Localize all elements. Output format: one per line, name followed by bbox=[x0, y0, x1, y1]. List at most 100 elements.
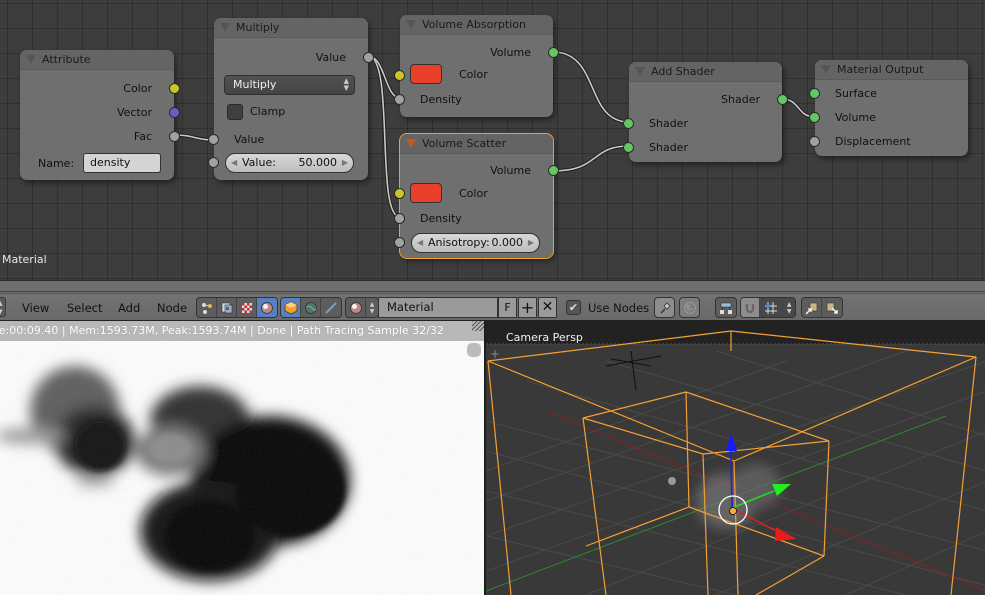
paste-icon[interactable] bbox=[822, 298, 842, 317]
socket-anisotropy-input[interactable] bbox=[394, 237, 405, 248]
socket-density-input[interactable] bbox=[394, 94, 405, 105]
socket-shader-output[interactable] bbox=[777, 94, 788, 105]
shader-icon[interactable] bbox=[257, 298, 277, 317]
fake-user-button[interactable]: F bbox=[498, 297, 517, 318]
plus-icon[interactable]: + bbox=[518, 297, 537, 318]
field-label: Anisotropy: bbox=[428, 236, 490, 249]
field-value: 0.000 bbox=[491, 236, 524, 249]
node-editor-header: ▲▼ View Select Add Node ▲▼ Ma bbox=[0, 294, 985, 321]
render-stats-text: me:00:09.40 | Mem:1593.73M, Peak:1593.74… bbox=[0, 324, 444, 337]
clamp-label: Clamp bbox=[250, 105, 286, 118]
input-label-shader-1: Shader bbox=[649, 117, 688, 130]
anisotropy-number-field[interactable]: ◀ Anisotropy: 0.000 ▶ bbox=[411, 233, 540, 253]
up-down-arrows-icon[interactable]: ▲ ▼ bbox=[783, 298, 795, 317]
magnet-icon[interactable] bbox=[741, 298, 761, 317]
node-header[interactable]: Material Output bbox=[815, 60, 968, 80]
socket-color-input[interactable] bbox=[394, 188, 405, 199]
node-header[interactable]: Add Shader bbox=[629, 62, 782, 82]
add-shader-node[interactable]: Add Shader Shader Shader Shader bbox=[623, 62, 788, 162]
world-icon[interactable] bbox=[301, 298, 321, 317]
x-icon[interactable]: ✕ bbox=[538, 297, 557, 318]
socket-color-input[interactable] bbox=[394, 70, 405, 81]
field-label: Value: bbox=[242, 156, 276, 169]
socket-displacement-input[interactable] bbox=[809, 136, 820, 147]
node-header[interactable]: Volume Absorption bbox=[400, 15, 553, 35]
menu-select[interactable]: Select bbox=[67, 299, 102, 317]
output-label-volume: Volume bbox=[490, 46, 531, 59]
backdrop-button[interactable] bbox=[715, 297, 737, 318]
snap-controls: ▲ ▼ bbox=[740, 297, 796, 318]
use-nodes-checkbox[interactable]: ✔ bbox=[566, 300, 581, 315]
node-header[interactable]: Attribute bbox=[20, 50, 174, 70]
math-operation-dropdown[interactable]: Multiply ▲ ▼ bbox=[224, 75, 355, 95]
attribute-name-input[interactable]: density bbox=[83, 153, 161, 173]
socket-volume-input[interactable] bbox=[809, 112, 820, 123]
small-sphere bbox=[668, 477, 676, 485]
socket-value-input-2[interactable] bbox=[208, 157, 219, 168]
editor-type-selector[interactable]: ▲▼ bbox=[0, 297, 6, 317]
increment-arrow-icon[interactable]: ▶ bbox=[528, 234, 534, 252]
node-header[interactable]: Volume Scatter bbox=[400, 134, 553, 154]
clamp-checkbox[interactable] bbox=[227, 104, 243, 120]
socket-color-output[interactable] bbox=[169, 83, 180, 94]
socket-shader-input-2[interactable] bbox=[623, 142, 634, 153]
up-down-arrows-icon: ▲ ▼ bbox=[369, 300, 375, 315]
socket-fac-output[interactable] bbox=[169, 131, 180, 142]
parent-arrow-icon bbox=[680, 298, 699, 317]
color-swatch[interactable] bbox=[410, 183, 442, 203]
area-divider[interactable] bbox=[0, 280, 985, 294]
socket-volume-output[interactable] bbox=[548, 165, 559, 176]
multiply-node[interactable]: Multiply Value Multiply ▲ ▼ Clamp Value ◀… bbox=[208, 18, 374, 180]
socket-vector-output[interactable] bbox=[169, 107, 180, 118]
output-label-fac: Fac bbox=[133, 130, 152, 143]
material-browse-button[interactable]: ▲ ▼ bbox=[345, 297, 379, 318]
volume-scatter-node[interactable]: Volume Scatter Volume Color Density ◀ An… bbox=[394, 133, 559, 259]
compositing-icon[interactable] bbox=[217, 298, 237, 317]
socket-surface-input[interactable] bbox=[809, 88, 820, 99]
field-value: 50.000 bbox=[298, 156, 338, 169]
collapse-triangle-icon[interactable] bbox=[406, 20, 416, 29]
region-toggle-button[interactable] bbox=[467, 343, 481, 357]
viewport-title: Camera Persp bbox=[506, 331, 583, 344]
menu-add[interactable]: Add bbox=[118, 299, 140, 317]
menu-view[interactable]: View bbox=[22, 299, 49, 317]
object-nodes-icon[interactable] bbox=[197, 298, 217, 317]
node-header[interactable]: Multiply bbox=[214, 18, 368, 38]
collapse-triangle-icon[interactable] bbox=[220, 23, 230, 32]
collapse-triangle-icon[interactable] bbox=[26, 55, 36, 64]
collapse-triangle-icon[interactable] bbox=[635, 67, 645, 76]
socket-shader-input-1[interactable] bbox=[623, 118, 634, 129]
socket-density-input[interactable] bbox=[394, 213, 405, 224]
menu-node[interactable]: Node bbox=[157, 299, 187, 317]
node-editor[interactable]: Attribute Color Vector Fac Name: density… bbox=[0, 0, 985, 280]
input-label-surface: Surface bbox=[835, 87, 877, 100]
pin-icon bbox=[655, 298, 674, 317]
image-editor[interactable]: me:00:09.40 | Mem:1593.73M, Peak:1593.74… bbox=[0, 321, 484, 595]
3d-viewport[interactable]: Camera Persp + bbox=[484, 321, 985, 595]
decrement-arrow-icon[interactable]: ◀ bbox=[231, 154, 237, 172]
parent-tree-button[interactable] bbox=[679, 297, 700, 318]
snap-grid-icon[interactable] bbox=[760, 298, 784, 317]
line-style-icon[interactable] bbox=[321, 298, 341, 317]
socket-volume-output[interactable] bbox=[548, 47, 559, 58]
output-label-volume: Volume bbox=[490, 164, 531, 177]
color-swatch[interactable] bbox=[410, 64, 442, 84]
material-output-node[interactable]: Material Output Surface Volume Displacem… bbox=[809, 60, 968, 156]
object-icon[interactable] bbox=[281, 298, 301, 317]
increment-arrow-icon[interactable]: ▶ bbox=[342, 154, 348, 172]
value-number-field[interactable]: ◀ Value: 50.000 ▶ bbox=[225, 153, 354, 173]
attribute-node[interactable]: Attribute Color Vector Fac Name: density bbox=[20, 50, 180, 180]
material-name-input[interactable]: Material bbox=[378, 297, 498, 318]
volume-absorption-node[interactable]: Volume Absorption Volume Color Density bbox=[394, 15, 559, 117]
socket-value-input-1[interactable] bbox=[208, 134, 219, 145]
texture-icon[interactable] bbox=[237, 298, 257, 317]
region-toggle-plus-icon[interactable]: + bbox=[490, 347, 500, 361]
pin-button[interactable] bbox=[654, 297, 675, 318]
decrement-arrow-icon[interactable]: ◀ bbox=[417, 234, 423, 252]
node-title: Material Output bbox=[837, 63, 924, 76]
socket-value-output[interactable] bbox=[363, 52, 374, 63]
collapse-triangle-icon[interactable] bbox=[406, 139, 416, 148]
copy-icon[interactable] bbox=[802, 298, 823, 317]
collapse-triangle-icon[interactable] bbox=[821, 65, 831, 74]
area-split-handle[interactable] bbox=[472, 321, 484, 331]
